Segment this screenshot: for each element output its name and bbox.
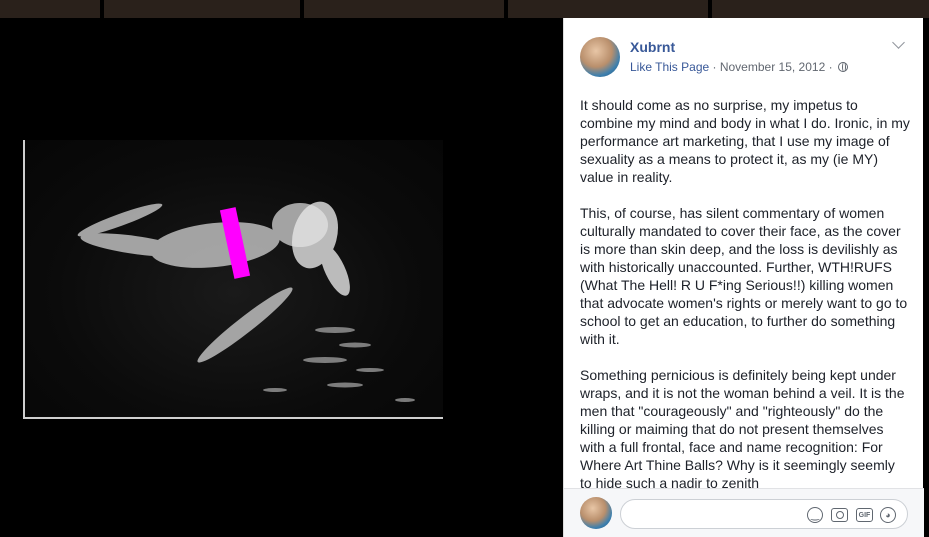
comment-input[interactable]: ‿ GIF ◕	[620, 499, 908, 529]
post-meta: Like This Page · November 15, 2012 ·	[630, 60, 848, 74]
post-panel: Xubrnt Like This Page · November 15, 201…	[563, 18, 924, 537]
post-paragraph: This, of course, has silent commentary o…	[580, 205, 908, 347]
meta-separator: ·	[709, 60, 720, 74]
camera-icon[interactable]	[831, 508, 848, 522]
comment-bar: ‿ GIF ◕	[564, 488, 924, 537]
thumbnail[interactable]	[304, 0, 504, 18]
post-paragraph: It should come as no surprise, my impetu…	[580, 97, 910, 185]
thumbnail[interactable]	[712, 0, 929, 18]
thumbnail[interactable]	[508, 0, 708, 18]
author-avatar[interactable]	[580, 37, 620, 77]
thumbnail[interactable]	[104, 0, 300, 18]
sticker-icon[interactable]: ◕	[880, 507, 896, 523]
meta-separator: ·	[825, 60, 836, 74]
chevron-down-icon[interactable]	[892, 36, 905, 49]
commenter-avatar	[580, 497, 612, 529]
thumbnail[interactable]	[0, 0, 100, 18]
emoji-icon[interactable]: ‿	[807, 507, 823, 523]
like-page-link[interactable]: Like This Page	[630, 60, 709, 74]
post-date[interactable]: November 15, 2012	[720, 60, 825, 74]
globe-icon	[837, 62, 848, 72]
post-body: It should come as no surprise, my impetu…	[580, 96, 910, 488]
author-name[interactable]: Xubrnt	[630, 39, 675, 55]
main-photo	[23, 140, 443, 419]
photo-viewer	[0, 18, 563, 537]
photo-thumbnail-strip	[0, 0, 929, 18]
gif-icon[interactable]: GIF	[856, 508, 873, 522]
post-paragraph: Something pernicious is definitely being…	[580, 367, 905, 488]
